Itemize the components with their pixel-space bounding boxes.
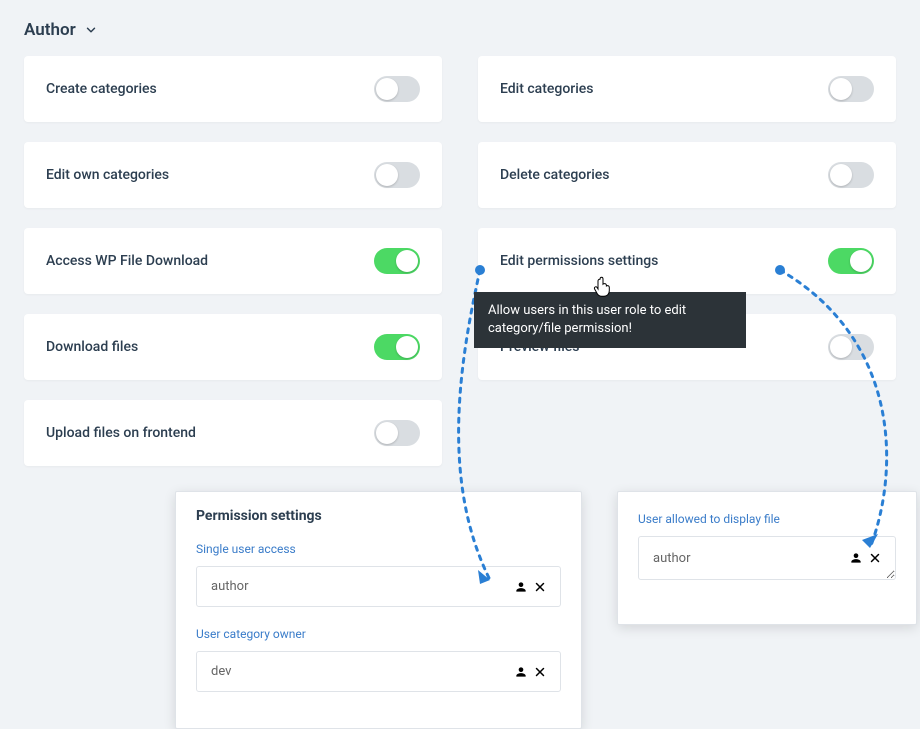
toggle-edit-permissions-settings[interactable] (828, 248, 874, 274)
permission-label: Create categories (46, 81, 157, 97)
toggle-download-files[interactable] (374, 334, 420, 360)
user-allowed-panel: User allowed to display file author (617, 491, 917, 625)
user-allowed-field[interactable]: author (638, 536, 896, 580)
permission-card-delete-categories: Delete categories (478, 142, 896, 208)
permission-label: Access WP File Download (46, 253, 208, 269)
single-user-access-field[interactable]: author (196, 566, 561, 607)
close-icon[interactable] (869, 552, 881, 564)
toggle-edit-own-categories[interactable] (374, 162, 420, 188)
permission-card-download-files: Download files (24, 314, 442, 380)
user-icon[interactable] (849, 551, 863, 565)
user-icon[interactable] (514, 665, 528, 679)
permission-label: Download files (46, 339, 138, 355)
role-dropdown-label: Author (24, 20, 76, 40)
permission-card-edit-categories: Edit categories (478, 56, 896, 122)
chevron-down-icon (84, 23, 98, 37)
close-icon[interactable] (534, 666, 546, 678)
toggle-access-wp-file-download[interactable] (374, 248, 420, 274)
close-icon[interactable] (534, 581, 546, 593)
toggle-preview-files[interactable] (828, 334, 874, 360)
user-allowed-value: author (653, 551, 690, 566)
permission-card-access-wp-file-download: Access WP File Download (24, 228, 442, 294)
user-category-owner-value: dev (211, 664, 231, 679)
permission-label: Edit permissions settings (500, 253, 658, 269)
role-dropdown[interactable]: Author (24, 20, 98, 40)
permission-label: Delete categories (500, 167, 609, 183)
permission-card-create-categories: Create categories (24, 56, 442, 122)
permission-card-edit-own-categories: Edit own categories (24, 142, 442, 208)
permission-card-upload-files-frontend: Upload files on frontend (24, 400, 442, 466)
permission-settings-panel: Permission settings Single user access a… (175, 491, 582, 729)
user-icon[interactable] (514, 580, 528, 594)
user-category-owner-field[interactable]: dev (196, 651, 561, 692)
user-category-owner-label: User category owner (196, 627, 561, 641)
permission-grid: Create categories Edit categories Edit o… (24, 56, 896, 466)
toggle-delete-categories[interactable] (828, 162, 874, 188)
permission-label: Edit categories (500, 81, 594, 97)
toggle-upload-files-frontend[interactable] (374, 420, 420, 446)
tooltip-edit-permissions: Allow users in this user role to edit ca… (474, 292, 746, 348)
permission-label: Edit own categories (46, 167, 169, 183)
user-allowed-title: User allowed to display file (638, 512, 896, 526)
single-user-access-label: Single user access (196, 542, 561, 556)
toggle-create-categories[interactable] (374, 76, 420, 102)
permission-label: Upload files on frontend (46, 425, 196, 441)
permission-card-edit-permissions-settings: Edit permissions settings (478, 228, 896, 294)
single-user-access-value: author (211, 579, 248, 594)
toggle-edit-categories[interactable] (828, 76, 874, 102)
permission-settings-title: Permission settings (196, 508, 561, 524)
tooltip-text: Allow users in this user role to edit ca… (488, 303, 686, 336)
